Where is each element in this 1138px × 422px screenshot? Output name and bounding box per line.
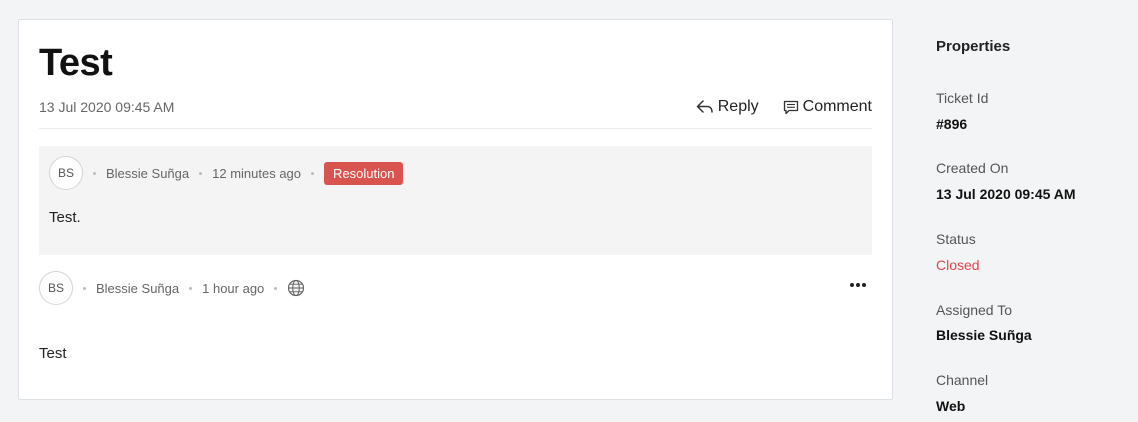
status-value: Closed <box>936 257 980 273</box>
avatar: BS <box>49 156 83 190</box>
globe-icon <box>287 279 305 297</box>
separator-dot <box>199 171 203 175</box>
ticket-id-value: #896 <box>936 116 968 132</box>
thread-body: Test <box>39 345 67 362</box>
thread-author: Blessie Suñga <box>96 280 180 296</box>
thread-item[interactable]: BS Blessie Suñga 1 hour ago Test <box>39 265 872 385</box>
ticket-date: 13 Jul 2020 09:45 AM <box>39 99 175 115</box>
separator-dot <box>93 171 96 175</box>
properties-heading: Properties <box>936 38 1011 55</box>
channel-value: Web <box>936 398 966 414</box>
assigned-to-label: Assigned To <box>936 302 1013 318</box>
thread-header: BS Blessie Suñga 12 minutes ago Resoluti… <box>49 156 404 190</box>
thread-time: 1 hour ago <box>202 280 265 296</box>
resolution-badge: Resolution <box>324 161 404 185</box>
assigned-to-value: Blessie Suñga <box>936 327 1032 343</box>
reply-button[interactable]: Reply <box>696 98 759 116</box>
avatar: BS <box>39 271 73 305</box>
comment-label: Comment <box>802 98 872 115</box>
thread-header: BS Blessie Suñga 1 hour ago <box>39 271 305 305</box>
created-on-label: Created On <box>936 160 1009 176</box>
separator-dot <box>311 171 315 175</box>
thread-author: Blessie Suñga <box>106 165 190 181</box>
more-options-icon[interactable] <box>850 283 866 287</box>
reply-icon <box>696 100 714 114</box>
thread-time: 12 minutes ago <box>212 165 302 181</box>
status-label: Status <box>936 231 976 247</box>
reply-label: Reply <box>717 98 759 115</box>
thread-body: Test. <box>49 209 81 226</box>
separator-dot <box>274 286 278 290</box>
ticket-card: Test 13 Jul 2020 09:45 AM Reply Comment <box>18 19 893 400</box>
separator-dot <box>189 286 193 290</box>
channel-label: Channel <box>936 372 989 388</box>
comment-icon <box>783 100 799 115</box>
ticket-title: Test <box>39 42 113 84</box>
ticket-actions: Reply Comment <box>696 98 872 116</box>
ticket-id-label: Ticket Id <box>936 90 989 106</box>
separator-dot <box>83 286 86 290</box>
header-divider <box>39 128 872 129</box>
comment-button[interactable]: Comment <box>783 98 872 116</box>
thread-item[interactable]: BS Blessie Suñga 12 minutes ago Resoluti… <box>39 146 872 255</box>
created-on-value: 13 Jul 2020 09:45 AM <box>936 186 1076 202</box>
